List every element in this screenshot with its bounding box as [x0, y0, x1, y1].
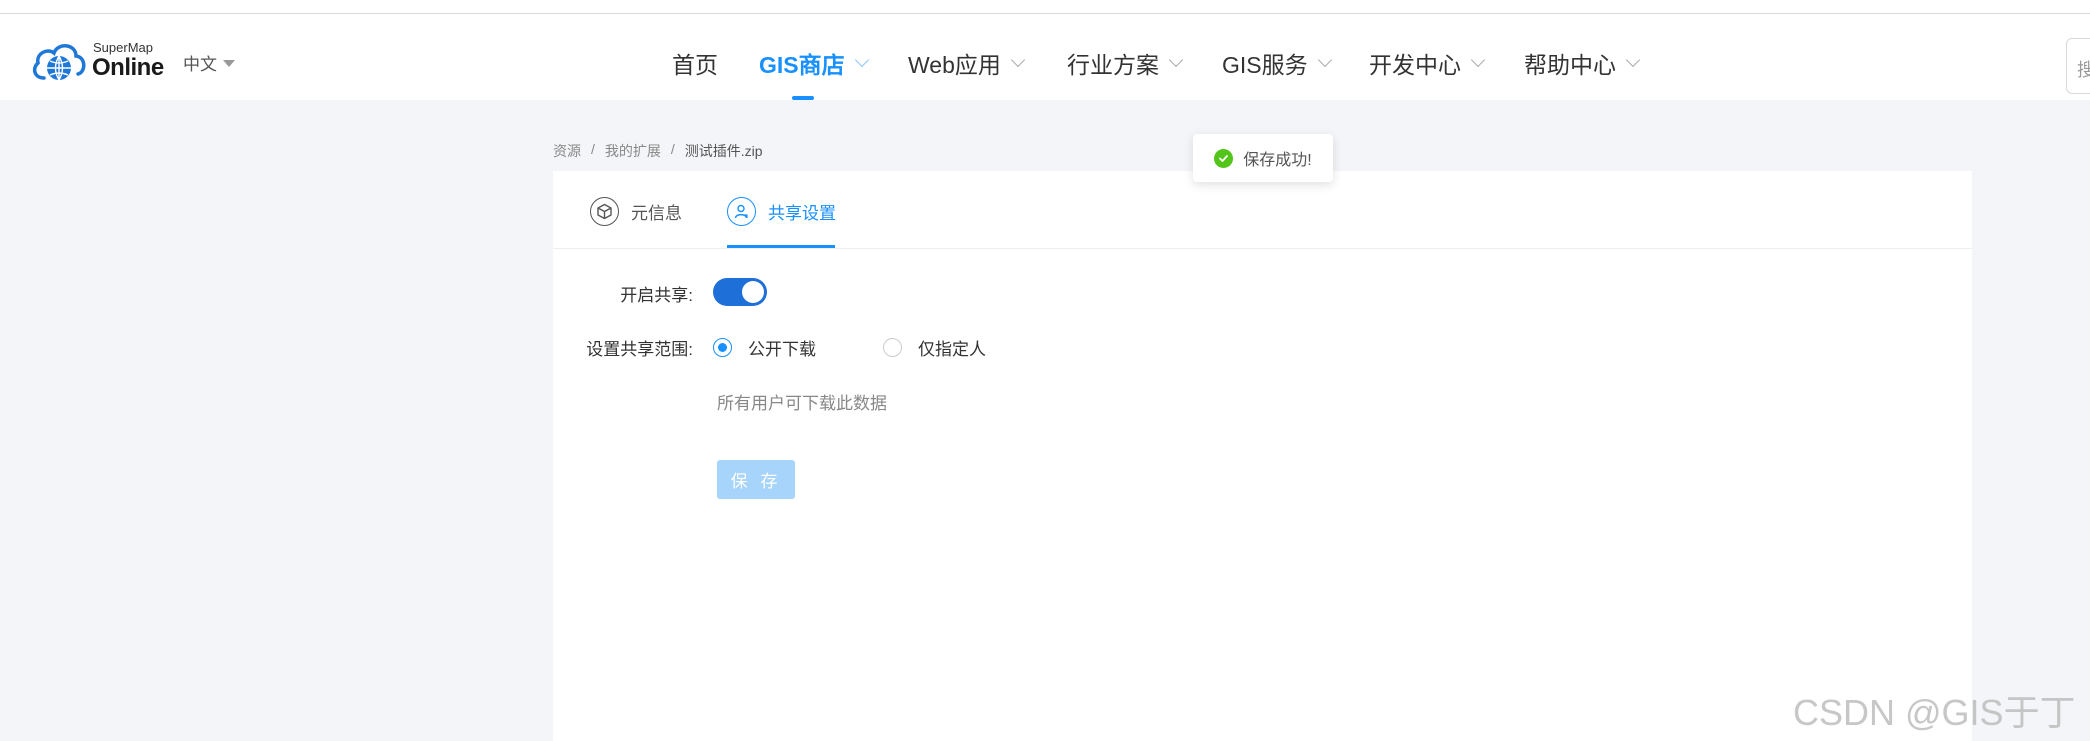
language-selector[interactable]: 中文 [183, 50, 235, 75]
radio-public-download[interactable]: 公开下载 [713, 335, 816, 360]
user-share-icon [727, 197, 756, 226]
breadcrumb-separator: / [670, 141, 675, 157]
nav-label: 首页 [672, 52, 718, 78]
save-button[interactable]: 保 存 [717, 460, 795, 499]
nav-home[interactable]: 首页 [672, 46, 718, 80]
nav-developer-center[interactable]: 开发中心 [1369, 46, 1486, 80]
cube-icon [590, 197, 619, 226]
nav-web-apps[interactable]: Web应用 [908, 46, 1025, 80]
nav-industry-solutions[interactable]: 行业方案 [1067, 46, 1184, 80]
tab-label: 元信息 [631, 204, 682, 223]
nav-help-center[interactable]: 帮助中心 [1524, 46, 1641, 80]
tab-active-indicator [727, 245, 835, 248]
nav-gis-services[interactable]: GIS服务 [1222, 46, 1332, 80]
nav-label: 帮助中心 [1524, 52, 1616, 78]
success-toast: 保存成功! [1193, 134, 1333, 182]
nav-label: 行业方案 [1067, 52, 1159, 78]
nav-gis-store[interactable]: GIS商店 [759, 46, 869, 80]
cloud-globe-icon [32, 44, 86, 81]
search-input[interactable]: 搜 [2066, 38, 2090, 94]
content-panel: 元信息 共享设置 开启共享: 设置共享范围: 公开下载 仅指定人 所有用户可下载… [553, 171, 1972, 741]
share-toggle-label: 开启共享: [620, 286, 693, 305]
share-scope-label: 设置共享范围: [586, 340, 693, 359]
scope-hint: 所有用户可下载此数据 [717, 394, 887, 413]
breadcrumb-item-my-extensions[interactable]: 我的扩展 [605, 141, 661, 161]
radio-dot [713, 338, 732, 357]
caret-down-icon [223, 60, 235, 67]
breadcrumb-item-current: 测试插件.zip [684, 143, 763, 159]
radio-specified-users[interactable]: 仅指定人 [883, 335, 986, 360]
tab-bar: 元信息 共享设置 [553, 171, 1972, 249]
nav-label: GIS服务 [1222, 52, 1308, 78]
radio-label: 公开下载 [748, 340, 816, 359]
toggle-knob [742, 281, 764, 303]
watermark: CSDN @GIS于丁 [1793, 692, 2076, 733]
nav-label: Web应用 [908, 52, 1001, 78]
language-label: 中文 [183, 55, 217, 74]
radio-dot [883, 338, 902, 357]
nav-label: GIS商店 [759, 52, 845, 78]
nav-active-indicator [792, 96, 814, 100]
chevron-down-icon [1625, 52, 1641, 68]
tab-meta-info[interactable]: 元信息 [590, 197, 682, 226]
breadcrumb-item-resources[interactable]: 资源 [553, 141, 581, 161]
supermap-logo[interactable]: SuperMap Online [30, 36, 165, 84]
chevron-down-icon [1470, 52, 1486, 68]
radio-label: 仅指定人 [918, 340, 986, 359]
share-toggle[interactable] [713, 278, 767, 306]
top-border [0, 0, 2090, 14]
check-circle-icon [1214, 148, 1234, 168]
nav-label: 开发中心 [1369, 52, 1461, 78]
logo-small-text: SuperMap [93, 40, 153, 55]
tab-share-settings[interactable]: 共享设置 [727, 197, 836, 226]
logo-big-text: Online [92, 54, 164, 81]
chevron-down-icon [1168, 52, 1184, 68]
search-placeholder: 搜 [2077, 60, 2090, 80]
chevron-down-icon [1010, 52, 1025, 68]
breadcrumb: 资源 / 我的扩展 / 测试插件.zip [553, 141, 763, 161]
toast-message: 保存成功! [1243, 152, 1312, 169]
chevron-down-icon [1317, 52, 1332, 68]
tab-label: 共享设置 [768, 204, 836, 223]
breadcrumb-separator: / [591, 141, 595, 157]
header: SuperMap Online 中文 首页 GIS商店 Web应用 行业方案 G… [0, 14, 2090, 100]
chevron-down-icon [854, 52, 869, 68]
